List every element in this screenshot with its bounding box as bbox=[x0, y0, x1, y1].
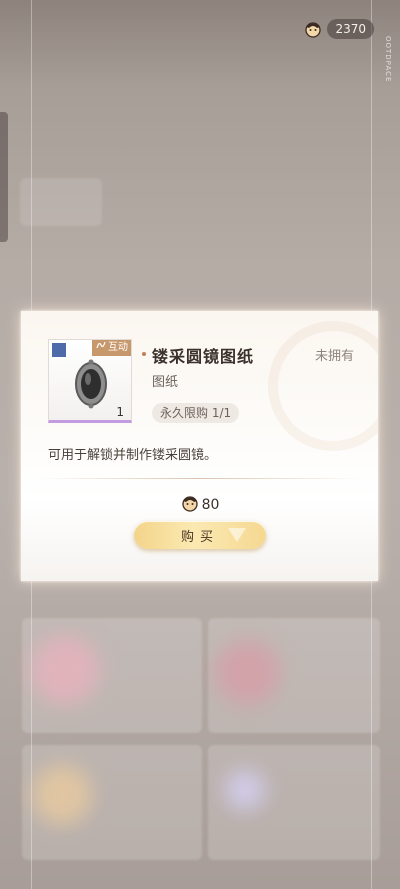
purchase-limit-badge: 永久限购 1/1 bbox=[152, 403, 240, 423]
bg-panel bbox=[22, 745, 202, 860]
item-type: 图纸 bbox=[152, 375, 179, 390]
price-value: 80 bbox=[201, 497, 220, 513]
bg-panel bbox=[208, 745, 380, 860]
currency-display: 2370 bbox=[303, 18, 374, 40]
divider bbox=[37, 478, 362, 479]
price-display: 80 bbox=[21, 493, 378, 517]
bg-panel bbox=[208, 618, 380, 733]
button-decoration-icon bbox=[228, 528, 246, 542]
coin-icon bbox=[303, 19, 323, 39]
side-vertical-text: OOTDPACE bbox=[384, 36, 392, 83]
dialog-decoration bbox=[268, 321, 378, 451]
purchase-dialog: 互动 1 镂采圆镜图纸 未拥有 图纸 永久限购 1/1 可用于解锁并制作镂采圆镜… bbox=[21, 311, 378, 581]
ownership-status: 未拥有 bbox=[314, 349, 354, 364]
name-bullet bbox=[142, 352, 146, 356]
bg-panel bbox=[22, 618, 202, 733]
interaction-tag: 互动 bbox=[92, 340, 131, 356]
item-count: 1 bbox=[116, 405, 124, 419]
mirror-icon bbox=[72, 358, 110, 414]
currency-amount: 2370 bbox=[327, 19, 374, 39]
buy-button[interactable]: 购买 bbox=[134, 521, 266, 549]
buy-button-label: 购买 bbox=[180, 529, 219, 545]
rarity-corner-icon bbox=[52, 343, 66, 357]
left-edge-tab[interactable] bbox=[0, 112, 8, 242]
bg-panel bbox=[20, 178, 102, 226]
item-description: 可用于解锁并制作镂采圆镜。 bbox=[48, 448, 218, 463]
interaction-tag-icon bbox=[96, 340, 106, 356]
interaction-tag-label: 互动 bbox=[108, 342, 128, 353]
coin-icon bbox=[180, 493, 200, 517]
item-name: 镂采圆镜图纸 bbox=[152, 347, 255, 366]
item-card[interactable]: 互动 1 bbox=[48, 339, 132, 423]
